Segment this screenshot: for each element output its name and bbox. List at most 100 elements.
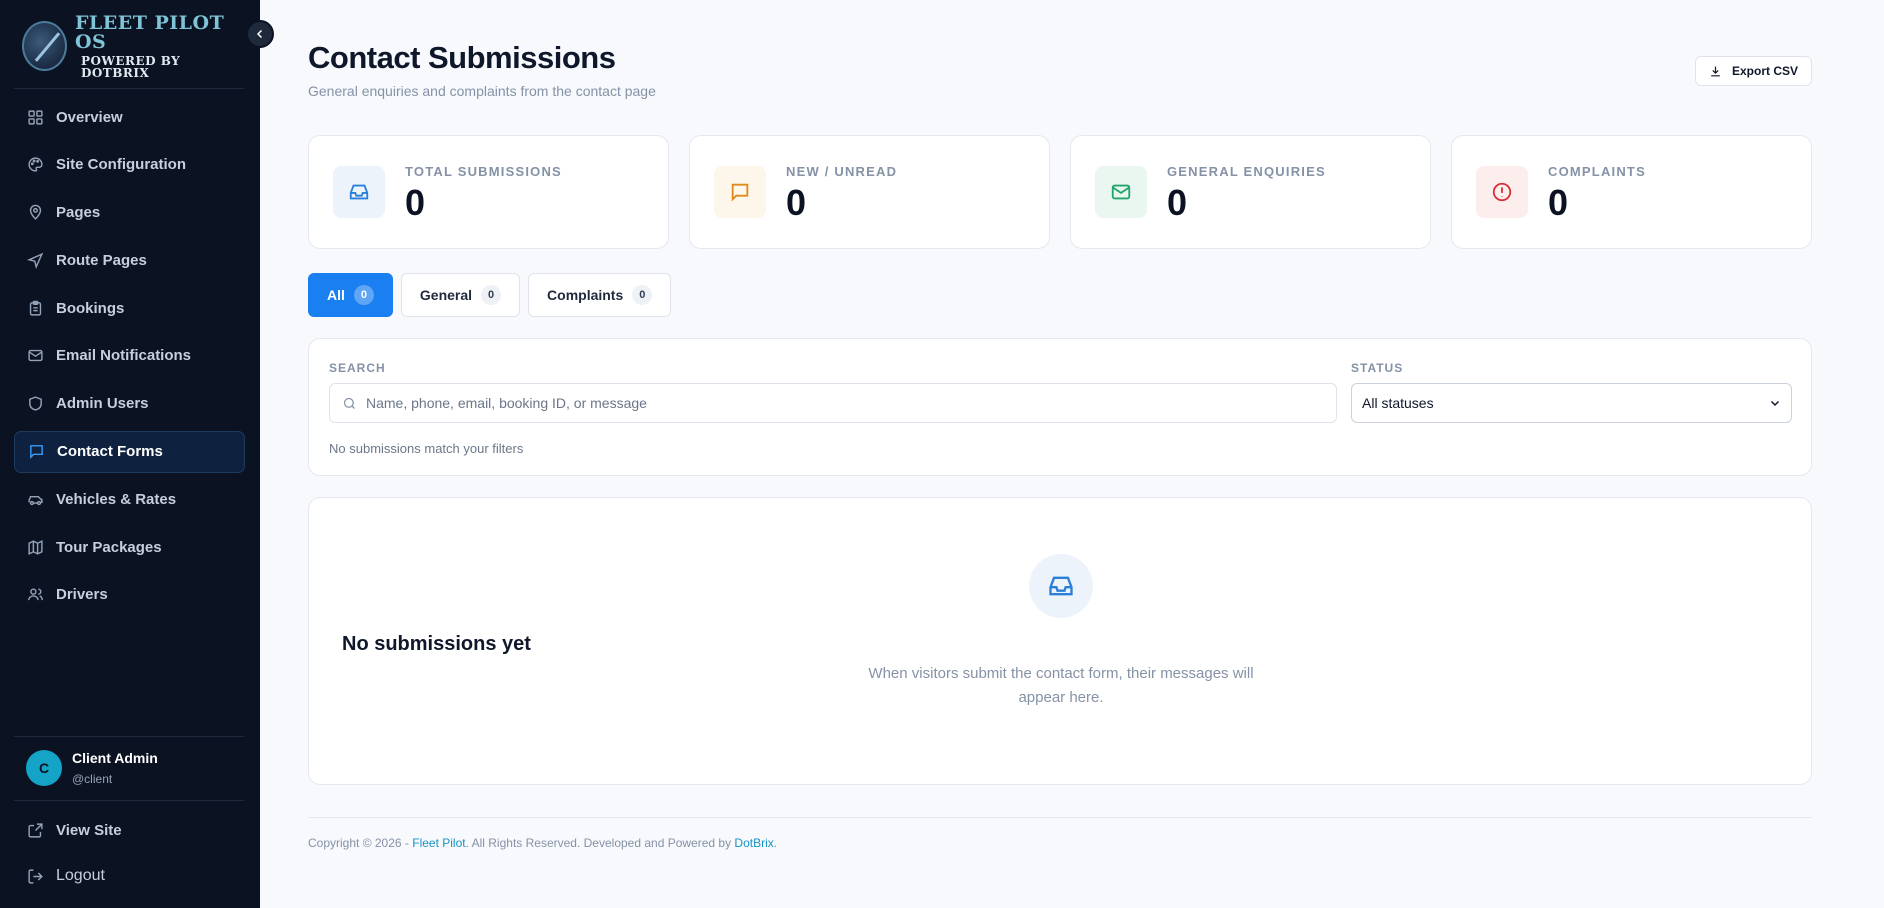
page-subtitle: General enquiries and complaints from th…	[308, 83, 656, 99]
sidebar-item-label: Pages	[56, 204, 101, 222]
navigation-icon	[27, 252, 44, 269]
compass-logo-icon	[22, 21, 67, 71]
sidebar-item-drivers[interactable]: Drivers	[14, 574, 245, 616]
stats-row: TOTAL SUBMISSIONS 0 NEW / UNREAD 0 GENER…	[308, 135, 1812, 249]
search-icon	[343, 397, 355, 409]
sidebar-item-label: Vehicles & Rates	[56, 490, 177, 508]
clipboard-icon	[29, 300, 42, 316]
logout-label: Logout	[56, 867, 105, 884]
mail-icon	[28, 350, 43, 362]
sidebar-item-label: Admin Users	[56, 395, 149, 413]
chevron-left-icon	[256, 29, 263, 39]
message-square-icon	[30, 445, 43, 459]
stat-card-complaints: COMPLAINTS 0	[1451, 135, 1812, 249]
footer-middle: . All Rights Reserved. Developed and Pow…	[465, 836, 735, 850]
tab-all[interactable]: All 0	[308, 273, 393, 317]
sidebar: FLEET PILOT OS POWERED BY DOTBRIX Overvi…	[0, 0, 260, 908]
stat-value: 0	[786, 181, 807, 223]
logout-button[interactable]: Logout	[14, 855, 245, 897]
download-icon	[1711, 66, 1720, 76]
stat-value: 0	[1548, 181, 1569, 223]
sidebar-item-overview[interactable]: Overview	[14, 96, 245, 138]
sidebar-item-vehicles-rates[interactable]: Vehicles & Rates	[14, 478, 245, 520]
page-title: Contact Submissions	[308, 40, 616, 75]
empty-state-title: No submissions yet	[342, 633, 531, 655]
no-match-message: No submissions match your filters	[329, 441, 524, 456]
map-pin-icon	[29, 204, 42, 220]
message-square-icon	[731, 183, 749, 202]
tab-label: All	[327, 287, 345, 303]
dotbrix-link[interactable]: DotBrix	[734, 836, 773, 850]
brand-title: FLEET PILOT OS	[74, 11, 225, 53]
users-icon	[28, 588, 43, 601]
stat-card-general: GENERAL ENQUIRIES 0	[1070, 135, 1431, 249]
tab-label: General	[419, 287, 473, 303]
sidebar-item-email-notifications[interactable]: Email Notifications	[14, 335, 245, 377]
inbox-icon	[1049, 576, 1073, 596]
sidebar-nav: Overview Site Configuration Pages Route …	[14, 96, 245, 622]
export-csv-button[interactable]: Export CSV	[1695, 56, 1812, 86]
filter-tabs: All 0 General 0 Complaints 0	[308, 273, 672, 317]
sidebar-item-route-pages[interactable]: Route Pages	[14, 239, 245, 281]
sidebar-item-pages[interactable]: Pages	[14, 192, 245, 234]
user-profile[interactable]: C Client Admin @client	[26, 750, 158, 786]
tab-count-badge: 0	[353, 285, 374, 305]
stat-icon-wrap	[1476, 166, 1528, 218]
search-field[interactable]	[329, 383, 1337, 423]
inbox-icon	[349, 184, 369, 200]
tab-general[interactable]: General 0	[400, 273, 521, 317]
status-label: STATUS	[1351, 361, 1404, 375]
empty-icon-wrap	[1029, 554, 1093, 618]
map-icon	[28, 539, 43, 555]
user-handle: @client	[72, 772, 113, 786]
footer: Copyright © 2026 - Fleet Pilot. All Righ…	[308, 836, 777, 850]
sidebar-item-site-configuration[interactable]: Site Configuration	[14, 144, 245, 186]
brand-logo[interactable]: FLEET PILOT OS POWERED BY DOTBRIX	[22, 13, 242, 79]
sidebar-divider	[14, 88, 244, 89]
car-icon	[28, 495, 43, 506]
sidebar-item-label: Route Pages	[56, 251, 147, 269]
footer-prefix: Copyright © 2026 -	[308, 836, 413, 850]
status-selected-value: All statuses	[1362, 395, 1434, 411]
status-select[interactable]: All statuses	[1351, 383, 1792, 423]
sidebar-divider	[14, 800, 244, 801]
tab-count-badge: 0	[632, 285, 653, 305]
footer-divider	[308, 817, 1812, 818]
chevron-down-icon	[1770, 400, 1780, 407]
sidebar-item-label: Overview	[56, 108, 123, 126]
sidebar-collapse-button[interactable]	[246, 20, 274, 48]
sidebar-item-label: Bookings	[56, 299, 125, 317]
tab-complaints[interactable]: Complaints 0	[528, 273, 672, 317]
stat-icon-wrap	[333, 166, 385, 218]
stat-label: COMPLAINTS	[1548, 163, 1646, 179]
tab-label: Complaints	[547, 287, 624, 303]
empty-state-description: When visitors submit the contact form, t…	[868, 665, 1254, 706]
alert-circle-icon	[1492, 182, 1512, 202]
export-csv-label: Export CSV	[1731, 64, 1798, 78]
stat-label: NEW / UNREAD	[786, 163, 898, 179]
search-input[interactable]	[366, 395, 1316, 411]
sidebar-item-label: Site Configuration	[56, 156, 186, 174]
sidebar-item-admin-users[interactable]: Admin Users	[14, 383, 245, 425]
stat-value: 0	[405, 181, 426, 223]
search-label: SEARCH	[329, 361, 386, 375]
grid-icon	[28, 109, 43, 125]
sidebar-item-contact-forms[interactable]: Contact Forms	[14, 430, 245, 473]
view-site-link[interactable]: View Site	[14, 809, 245, 851]
fleet-pilot-link[interactable]: Fleet Pilot	[412, 836, 465, 850]
stat-card-unread: NEW / UNREAD 0	[689, 135, 1050, 249]
sidebar-divider	[14, 736, 244, 737]
mail-icon	[1111, 184, 1131, 200]
brand-subtitle: POWERED BY DOTBRIX	[80, 53, 181, 80]
footer-suffix: .	[773, 836, 778, 850]
view-site-label: View Site	[56, 821, 122, 839]
sidebar-item-tour-packages[interactable]: Tour Packages	[14, 526, 245, 568]
stat-icon-wrap	[1095, 166, 1147, 218]
user-name: Client Admin	[72, 750, 158, 766]
empty-state: No submissions yet When visitors submit …	[308, 497, 1812, 785]
sidebar-item-bookings[interactable]: Bookings	[14, 287, 245, 329]
stat-icon-wrap	[714, 166, 766, 218]
logout-icon	[28, 868, 43, 884]
sidebar-item-label: Tour Packages	[56, 538, 162, 556]
palette-icon	[28, 157, 43, 172]
